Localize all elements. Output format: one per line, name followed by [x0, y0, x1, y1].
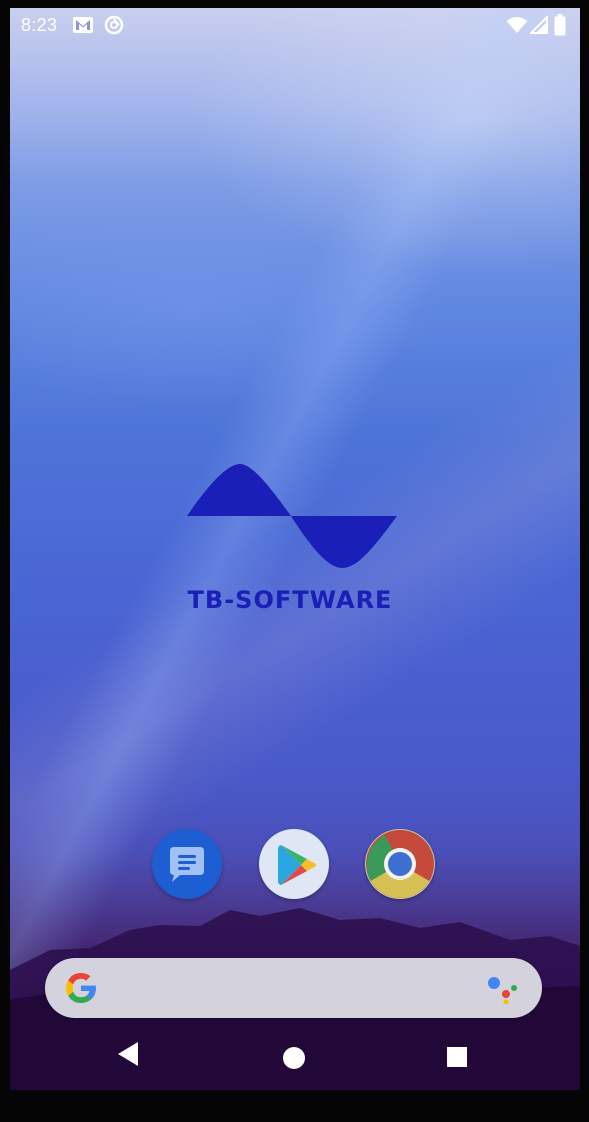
recents-icon[interactable]: [446, 1046, 468, 1068]
logo-text: TB-SOFTWARE: [187, 586, 393, 614]
back-icon[interactable]: [116, 1040, 140, 1068]
sine-wave-icon: [187, 464, 397, 568]
status-bar: 8:23: [10, 8, 580, 44]
wifi-icon: [506, 17, 528, 33]
tb-software-logo: TB-SOFTWARE: [175, 460, 405, 620]
play-store-app-icon[interactable]: [259, 829, 329, 899]
play-store-icon: [278, 845, 316, 885]
gmail-icon: [73, 17, 93, 33]
cellular-signal-icon: [530, 16, 548, 34]
home-icon[interactable]: [282, 1046, 306, 1070]
messages-icon: [170, 847, 204, 882]
messages-app-icon[interactable]: [152, 829, 222, 899]
google-g-icon: [66, 973, 96, 1003]
chrome-icon: [366, 830, 434, 898]
chrome-app-icon[interactable]: [365, 829, 435, 899]
sync-icon: [104, 15, 124, 35]
device-frame: 8:23 TB-SOFTWARE: [0, 0, 589, 1122]
google-assistant-icon[interactable]: [486, 974, 520, 1004]
google-search-bar[interactable]: [45, 958, 542, 1018]
status-time: 8:23: [21, 15, 58, 35]
battery-icon: [554, 14, 566, 36]
